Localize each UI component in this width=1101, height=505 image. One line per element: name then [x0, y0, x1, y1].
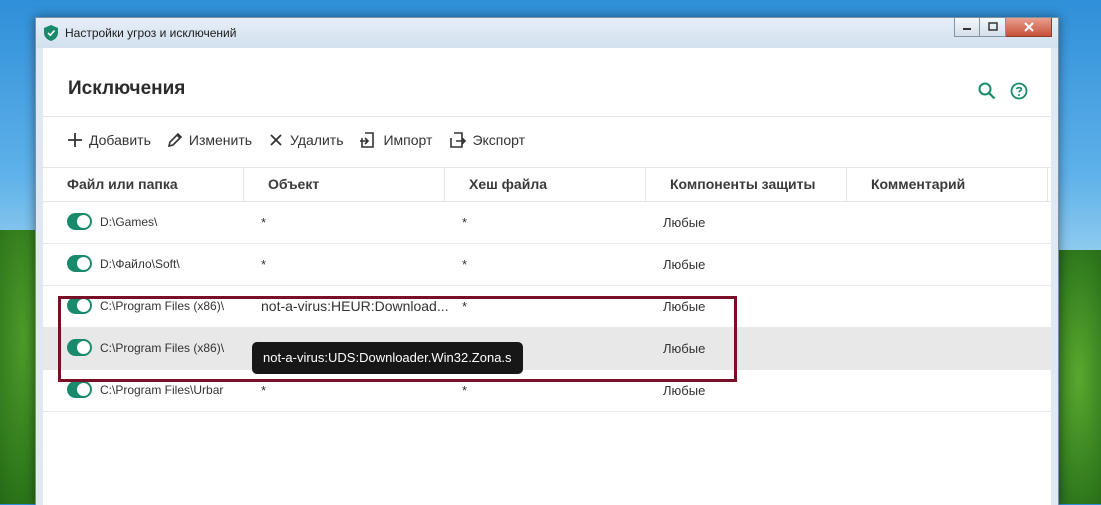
import-icon	[360, 132, 375, 148]
export-label: Экспорт	[472, 132, 526, 148]
search-icon[interactable]	[978, 82, 996, 100]
window-controls	[954, 18, 1052, 37]
window-content: Исключения Добавить Изменить Удалить Имп…	[43, 48, 1051, 505]
export-icon	[450, 132, 467, 148]
column-header-comment[interactable]: Комментарий	[847, 168, 1048, 201]
table-row[interactable]: D:\Games\ * * Любые	[43, 202, 1051, 244]
minimize-button[interactable]	[954, 18, 980, 37]
help-icon[interactable]	[1010, 82, 1028, 100]
title-bar[interactable]: Настройки угроз и исключений	[36, 18, 1058, 48]
column-header-file[interactable]: Файл или папка	[43, 168, 244, 201]
maximize-button[interactable]	[980, 18, 1006, 37]
close-icon	[1023, 22, 1034, 32]
hash-cell: *	[462, 257, 468, 272]
import-button[interactable]: Импорт	[359, 132, 432, 148]
settings-window: Настройки угроз и исключений Исключения	[35, 17, 1059, 505]
add-button[interactable]: Добавить	[67, 132, 151, 148]
import-label: Импорт	[383, 132, 433, 148]
table-row[interactable]: D:\Файло\Soft\ * * Любые	[43, 244, 1051, 286]
components-cell: Любые	[663, 215, 706, 230]
close-icon	[270, 134, 282, 146]
shield-icon	[44, 25, 58, 41]
enabled-toggle[interactable]	[67, 255, 92, 272]
column-header-components[interactable]: Компоненты защиты	[646, 168, 847, 201]
page-title: Исключения	[68, 78, 186, 99]
minimize-icon	[963, 28, 971, 30]
export-button[interactable]: Экспорт	[448, 132, 525, 148]
edit-label: Изменить	[188, 132, 253, 148]
column-header-hash[interactable]: Хеш файла	[445, 168, 646, 201]
enabled-toggle[interactable]	[67, 213, 92, 230]
window-title: Настройки угроз и исключений	[65, 26, 237, 40]
object-tooltip: not-a-virus:UDS:Downloader.Win32.Zona.s	[252, 342, 523, 374]
object-cell: *	[261, 215, 267, 230]
file-cell: D:\Games\	[100, 215, 158, 229]
components-cell: Любые	[663, 257, 706, 272]
header-divider	[43, 116, 1051, 117]
column-header-object[interactable]: Объект	[244, 168, 445, 201]
file-cell: D:\Файло\Soft\	[100, 257, 180, 271]
delete-label: Удалить	[290, 132, 344, 148]
plus-icon	[68, 133, 82, 147]
maximize-icon	[987, 22, 998, 31]
toolbar: Добавить Изменить Удалить Импорт Экспорт	[67, 132, 541, 148]
hash-cell: *	[462, 215, 468, 230]
enabled-toggle[interactable]	[67, 381, 92, 398]
add-label: Добавить	[89, 132, 151, 148]
close-button[interactable]	[1006, 18, 1052, 37]
delete-button[interactable]: Удалить	[268, 132, 343, 148]
edit-button[interactable]: Изменить	[167, 132, 252, 148]
object-cell: *	[261, 257, 267, 272]
pencil-icon	[167, 132, 183, 148]
table-header: Файл или папка Объект Хеш файла Компонен…	[43, 167, 1051, 202]
